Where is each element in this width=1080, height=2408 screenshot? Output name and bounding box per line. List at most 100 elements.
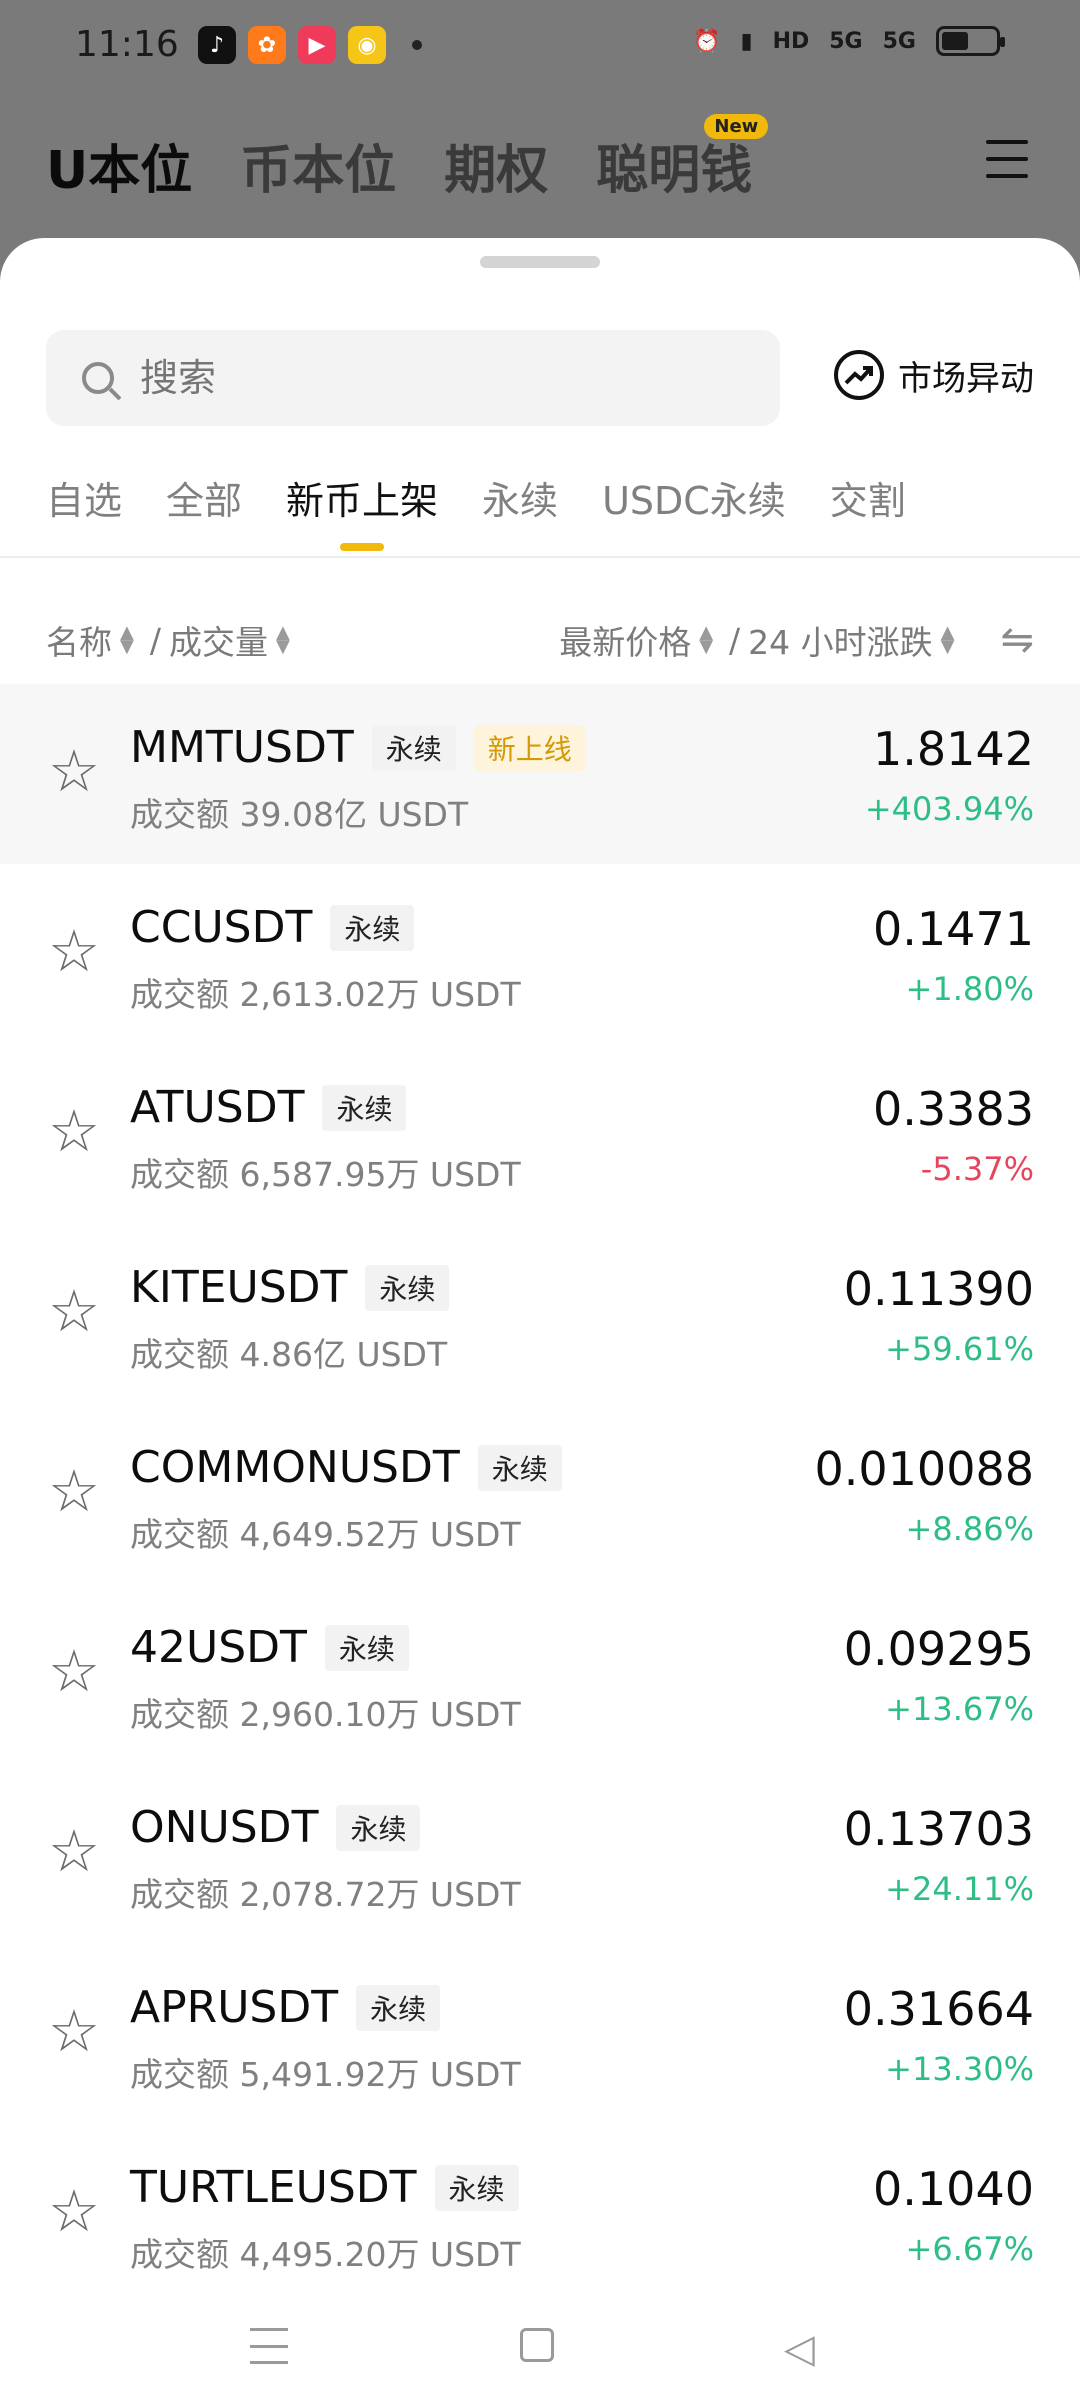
ticker-symbol: ATUSDT (130, 1082, 305, 1133)
sort-change[interactable]: 24 小时涨跌 (748, 616, 932, 664)
signal-icon-1: 5G (829, 28, 863, 54)
favorite-star-icon[interactable]: ☆ (48, 742, 100, 800)
market-movement-label: 市场异动 (898, 358, 1034, 399)
weibo-icon: ◉ (348, 26, 386, 64)
ticker-row[interactable]: ☆ COMMONUSDT 永续 成交额 4,649.52万 USDT 0.010… (0, 1404, 1080, 1584)
tab-new-listings[interactable]: 新币上架 (286, 470, 438, 551)
ticker-row[interactable]: ☆ KITEUSDT 永续 成交额 4.86亿 USDT 0.11390 +59… (0, 1224, 1080, 1404)
tab-options[interactable]: 期权 (444, 128, 548, 203)
favorite-star-icon[interactable]: ☆ (48, 1102, 100, 1160)
tab-delivery[interactable]: 交割 (830, 470, 906, 551)
more-notifications-icon (412, 40, 422, 50)
favorite-star-icon[interactable]: ☆ (48, 2182, 100, 2240)
ticker-price: 0.09295 (843, 1622, 1034, 1676)
ticker-volume: 成交额 39.08亿 USDT (130, 795, 469, 834)
app-notification-icon: ✿ (248, 26, 286, 64)
top-tabs: U本位 币本位 期权 聪明钱 New (46, 114, 769, 203)
ticker-symbol: 42USDT (130, 1622, 307, 1673)
ticker-volume: 成交额 4,649.52万 USDT (130, 1515, 521, 1554)
tab-coin-margined[interactable]: 币本位 (240, 128, 396, 203)
ticker-symbol: APRUSDT (130, 1982, 339, 2033)
ticker-price: 0.1040 (873, 2162, 1034, 2216)
search-input[interactable] (138, 355, 702, 401)
clock: 11:16 (75, 24, 179, 65)
sort-header: 名称 ▲ ▼ / 成交量 ▲ ▼ 最新价格 ▲ ▼ / 24 小时涨跌 ▲ ▼ ⇋ (46, 616, 1034, 666)
sort-separator: / (149, 620, 161, 660)
vibrate-icon: ▮ (740, 28, 753, 54)
sort-name[interactable]: 名称 (46, 616, 112, 664)
favorite-star-icon[interactable]: ☆ (48, 2002, 100, 2060)
ticker-row[interactable]: ☆ ONUSDT 永续 成交额 2,078.72万 USDT 0.13703 +… (0, 1764, 1080, 1944)
system-icons: ⏰ ▮ HD 5G 5G (693, 26, 1005, 56)
favorite-star-icon[interactable]: ☆ (48, 1282, 100, 1340)
ticker-price: 0.11390 (843, 1262, 1034, 1316)
tab-usdc-perpetual[interactable]: USDC永续 (602, 470, 786, 551)
ticker-change: +403.94% (864, 790, 1034, 828)
ticker-symbol: KITEUSDT (130, 1262, 348, 1313)
tab-all[interactable]: 全部 (166, 470, 242, 551)
market-sheet: 市场异动 自选 全部 新币上架 永续 USDC永续 交割 名称 ▲▼ / 成交量… (0, 238, 1080, 2408)
favorite-star-icon[interactable]: ☆ (48, 922, 100, 980)
ticker-volume: 成交额 6,587.95万 USDT (130, 1155, 521, 1194)
alarm-icon: ⏰ (693, 28, 721, 54)
ticker-change: +59.61% (885, 1330, 1034, 1368)
new-listing-tag: 新上线 (473, 724, 586, 771)
menu-icon[interactable] (986, 140, 1028, 178)
home-icon[interactable] (520, 2328, 554, 2362)
sheet-drag-handle[interactable] (480, 256, 600, 268)
ticker-row[interactable]: ☆ CCUSDT 永续 成交额 2,613.02万 USDT 0.1471 +1… (0, 864, 1080, 1044)
search-bar[interactable] (46, 330, 780, 426)
sort-volume[interactable]: 成交量 (169, 616, 268, 664)
ticker-symbol: COMMONUSDT (130, 1442, 460, 1493)
perpetual-tag: 永续 (434, 2164, 519, 2211)
ticker-change: +8.86% (905, 1510, 1034, 1548)
sort-arrows-icon: ▲ ▼ (699, 622, 714, 657)
favorite-star-icon[interactable]: ☆ (48, 1822, 100, 1880)
ticker-symbol: ONUSDT (130, 1802, 319, 1853)
ticker-volume: 成交额 2,613.02万 USDT (130, 975, 521, 1014)
perpetual-tag: 永续 (336, 1804, 421, 1851)
tab-smart-money-label: 聪明钱 (596, 141, 753, 201)
swap-columns-icon[interactable]: ⇋ (1000, 617, 1034, 663)
new-badge: New (704, 114, 769, 139)
battery-icon (936, 26, 1005, 56)
back-icon[interactable]: ◁ (784, 2326, 815, 2372)
perpetual-tag: 永续 (356, 1984, 441, 2031)
ticker-row[interactable]: ☆ APRUSDT 永续 成交额 5,491.92万 USDT 0.31664 … (0, 1944, 1080, 2124)
ticker-price: 0.13703 (843, 1802, 1034, 1856)
sort-separator: / (729, 620, 741, 660)
ticker-volume: 成交额 2,078.72万 USDT (130, 1875, 521, 1914)
ticker-row[interactable]: ☆ 42USDT 永续 成交额 2,960.10万 USDT 0.09295 +… (0, 1584, 1080, 1764)
video-app-icon: ▶ (298, 26, 336, 64)
tab-perpetual[interactable]: 永续 (482, 470, 558, 551)
tiktok-icon: ♪ (198, 26, 236, 64)
tab-favorites[interactable]: 自选 (46, 470, 122, 551)
tab-u-margined[interactable]: U本位 (46, 128, 192, 203)
ticker-change: +24.11% (885, 1870, 1034, 1908)
favorite-star-icon[interactable]: ☆ (48, 1462, 100, 1520)
ticker-symbol: MMTUSDT (130, 722, 354, 773)
ticker-price: 0.31664 (843, 1982, 1034, 2036)
category-tabs: 自选 全部 新币上架 永续 USDC永续 交割 (46, 470, 906, 551)
ticker-price: 0.1471 (873, 902, 1034, 956)
ticker-list: ☆ MMTUSDT 永续 新上线 成交额 39.08亿 USDT 1.8142 … (0, 684, 1080, 2304)
ticker-price: 1.8142 (873, 722, 1034, 776)
ticker-row[interactable]: ☆ TURTLEUSDT 永续 成交额 4,495.20万 USDT 0.104… (0, 2124, 1080, 2304)
ticker-change: -5.37% (920, 1150, 1034, 1188)
favorite-star-icon[interactable]: ☆ (48, 1642, 100, 1700)
recent-apps-icon[interactable] (250, 2328, 288, 2364)
system-nav-bar: ◁ (0, 2290, 1080, 2408)
sort-arrows-icon: ▲ ▼ (120, 622, 134, 657)
divider (0, 556, 1080, 558)
ticker-row[interactable]: ☆ ATUSDT 永续 成交额 6,587.95万 USDT 0.3383 -5… (0, 1044, 1080, 1224)
ticker-row[interactable]: ☆ MMTUSDT 永续 新上线 成交额 39.08亿 USDT 1.8142 … (0, 684, 1080, 864)
perpetual-tag: 永续 (324, 1624, 409, 1671)
sort-arrows-icon: ▲ ▼ (275, 622, 290, 657)
signal-icon-2: 5G (882, 28, 916, 54)
ticker-symbol: CCUSDT (130, 902, 313, 953)
tab-smart-money[interactable]: 聪明钱 New (596, 114, 769, 203)
ticker-change: +13.67% (885, 1690, 1034, 1728)
perpetual-tag: 永续 (330, 904, 415, 951)
sort-price[interactable]: 最新价格 (559, 616, 691, 664)
market-movement-button[interactable]: 市场异动 (834, 350, 1034, 400)
